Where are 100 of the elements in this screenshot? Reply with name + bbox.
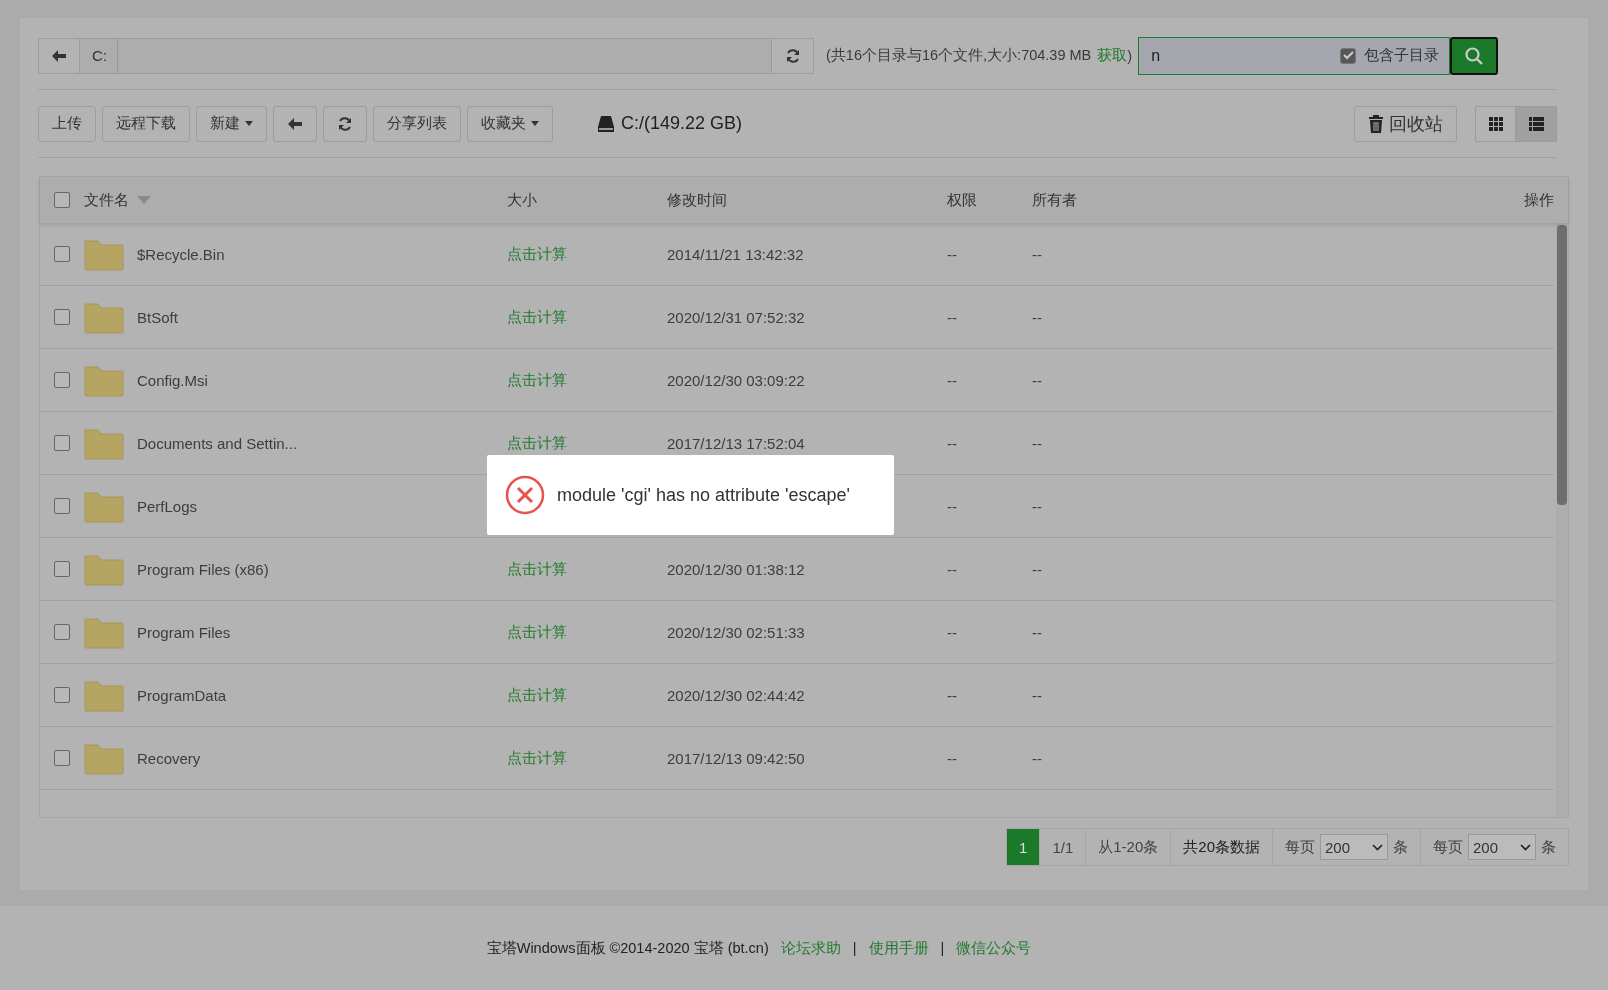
row-checkbox[interactable] [54,309,70,325]
folder-icon [84,426,124,460]
chevron-down-icon [1372,843,1383,851]
calculate-size-link[interactable]: 点击计算 [507,244,667,264]
owner-cell-text: -- [1032,308,1043,326]
calculate-size-link[interactable]: 点击计算 [507,748,667,768]
footer-link[interactable]: 微信公众号 [956,938,1032,958]
column-header[interactable]: 修改时间 [667,190,947,210]
row-checkbox[interactable] [54,372,70,388]
per-page-select[interactable]: 200 [1468,834,1536,860]
row-checkbox[interactable] [54,435,70,451]
copyright-text: 宝塔Windows面板 ©2014-2020 宝塔 (bt.cn) [486,938,769,958]
permissions-cell-text: -- [947,686,958,704]
file-name[interactable]: Program Files [137,623,507,641]
row-checkbox[interactable] [54,498,70,514]
refresh-button[interactable] [323,105,367,142]
file-name[interactable]: Config.Msi [137,371,507,389]
row-checkbox[interactable] [54,561,70,577]
select-all-checkbox[interactable] [54,192,70,208]
dropdown-button[interactable]: 收藏夹 [467,105,553,142]
link-separator: | [852,940,857,956]
search-icon [1464,45,1485,66]
refresh-button[interactable] [771,38,813,73]
column-header[interactable]: 权限 [947,190,1032,210]
calculate-size-link[interactable]: 点击计算 [507,370,667,390]
row-checkbox[interactable] [54,624,70,640]
modified-time: 2020/12/31 07:52:32 [667,308,806,326]
modified-time: 2014/11/21 13:42:32 [667,245,805,263]
refresh-icon [337,115,353,132]
owner-cell-text: -- [1032,497,1043,515]
back-arrow-icon [51,48,67,63]
recycle-bin-button[interactable]: 回收站 [1354,105,1457,142]
drive-label: C:/(149.22 GB) [621,113,743,134]
permissions-cell-text: -- [947,245,958,263]
search-input[interactable]: n [1149,45,1341,66]
back-button[interactable] [39,38,80,73]
modified-time: 2020/12/30 01:38:12 [667,560,806,578]
row-checkbox[interactable] [54,687,70,703]
modified-time: 2020/12/30 02:44:42 [667,686,806,704]
file-name[interactable]: $Recycle.Bin [137,245,507,263]
permissions-cell-text: -- [947,749,958,767]
back-button[interactable] [273,105,317,142]
folder-icon [84,489,124,523]
modified-time: 2020/12/30 02:51:33 [667,623,806,641]
record-total: 共20条数据 [1170,828,1273,866]
calculate-size-link[interactable]: 点击计算 [507,433,667,453]
modified-time: 2017/12/13 17:52:04 [667,434,806,452]
per-page-select[interactable]: 200 [1320,834,1388,860]
owner-cell-text: -- [1032,686,1043,704]
folder-icon [84,237,124,271]
list-view-button[interactable] [1516,105,1557,142]
modified-time: 2020/12/30 03:09:22 [667,371,806,389]
refresh-icon [784,47,801,64]
dropdown-button[interactable]: 新建 [196,105,267,142]
folder-icon [84,363,124,397]
toolbar-button[interactable]: 远程下载 [102,105,190,142]
scrollbar[interactable] [1556,223,1568,817]
folder-icon [84,678,124,712]
owner-cell-text: -- [1032,434,1043,452]
file-name[interactable]: Program Files (x86) [137,560,507,578]
toolbar-button[interactable]: 上传 [38,105,96,142]
file-name[interactable]: Recovery [137,749,507,767]
directory-summary: (共16个目录与16个文件,大小:704.39 MB [826,46,1092,65]
column-header[interactable]: 文件名 [84,190,129,210]
row-checkbox[interactable] [54,246,70,262]
toolbar-button[interactable]: 分享列表 [373,105,461,142]
file-name[interactable]: BtSoft [137,308,507,326]
path-segment[interactable]: C: [80,38,118,73]
caret-icon [245,121,253,126]
owner-cell-text: -- [1032,371,1043,389]
file-name[interactable]: Documents and Settin... [137,434,507,452]
current-page[interactable]: 1 [1006,828,1041,866]
permissions-cell-text: -- [947,497,958,515]
search-button[interactable] [1450,36,1499,75]
column-header[interactable]: 所有者 [1032,190,1478,210]
folder-icon [84,300,124,334]
folder-icon [84,615,124,649]
per-page-label: 每页 [1285,837,1315,857]
file-name[interactable]: ProgramData [137,686,507,704]
folder-icon [84,741,124,775]
column-header[interactable]: 大小 [507,190,667,210]
per-page-unit: 条 [1393,837,1408,857]
row-checkbox[interactable] [54,750,70,766]
page-count: 1/1 [1039,828,1087,866]
error-message: module 'cgi' has no attribute 'escape' [557,484,850,506]
calculate-size-link[interactable]: 点击计算 [507,685,667,705]
link-separator: | [940,940,945,956]
check-icon [1342,51,1354,60]
per-page-unit: 条 [1541,837,1556,857]
modified-time: 2017/12/13 09:42:50 [667,749,806,767]
calculate-size-link[interactable]: 点击计算 [507,622,667,642]
search-field[interactable]: n 包含子目录 [1138,36,1451,75]
include-subdirs-checkbox[interactable]: 包含子目录 [1340,46,1440,65]
grid-view-button[interactable] [1475,105,1516,142]
owner-cell-text: -- [1032,623,1043,641]
chevron-down-icon [1520,843,1531,851]
calculate-size-link[interactable]: 点击计算 [507,559,667,579]
calculate-size-link[interactable]: 点击计算 [507,307,667,327]
permissions-cell-text: -- [947,434,958,452]
folder-icon [84,552,124,586]
